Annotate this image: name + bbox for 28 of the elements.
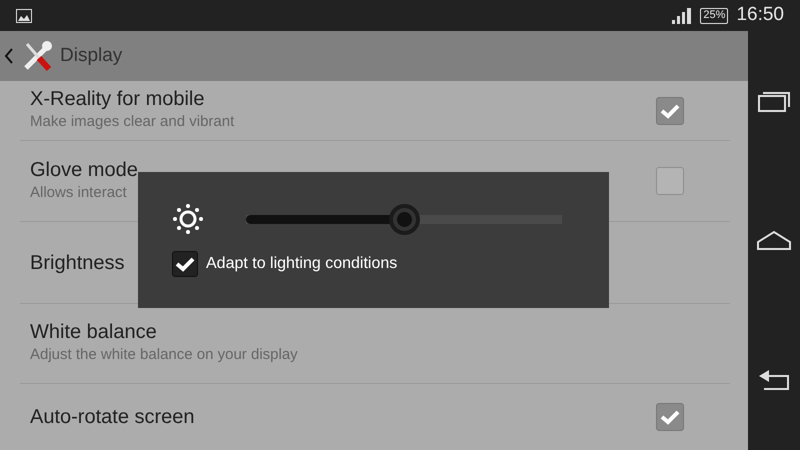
tools-icon: [22, 40, 52, 72]
slider-thumb[interactable]: [389, 204, 420, 234]
setting-title[interactable]: Auto-rotate screen: [30, 405, 195, 429]
tick-icon: [175, 256, 195, 272]
back-icon[interactable]: [4, 47, 14, 65]
setting-title[interactable]: Glove mode: [30, 158, 138, 182]
home-icon[interactable]: [757, 230, 791, 250]
checkbox-label: Adapt to lighting conditions: [206, 254, 398, 274]
picture-notification-icon: [16, 8, 32, 22]
checkbox[interactable]: [656, 96, 684, 124]
setting-summary: Allows interact: [30, 182, 128, 203]
battery-level: 25%: [703, 8, 726, 24]
back-nav-icon[interactable]: [758, 368, 790, 391]
setting-title[interactable]: White balance: [30, 320, 157, 344]
tick-icon: [660, 102, 680, 118]
setting-title[interactable]: Brightness: [30, 250, 124, 274]
signal-icon: [672, 8, 692, 24]
recent-apps-icon[interactable]: [758, 90, 790, 112]
checkbox[interactable]: [656, 403, 684, 431]
checkbox[interactable]: [656, 167, 684, 195]
checkbox[interactable]: [172, 251, 198, 277]
setting-summary: Make images clear and vibrant: [30, 112, 236, 132]
brightness-icon: [172, 203, 204, 235]
screen-title: Display: [60, 44, 122, 68]
clock: 16:50: [736, 3, 784, 28]
setting-summary: Adjust the white balance on your display: [30, 345, 299, 366]
tick-icon: [660, 409, 680, 425]
setting-title[interactable]: X-Reality for mobile: [30, 87, 205, 112]
